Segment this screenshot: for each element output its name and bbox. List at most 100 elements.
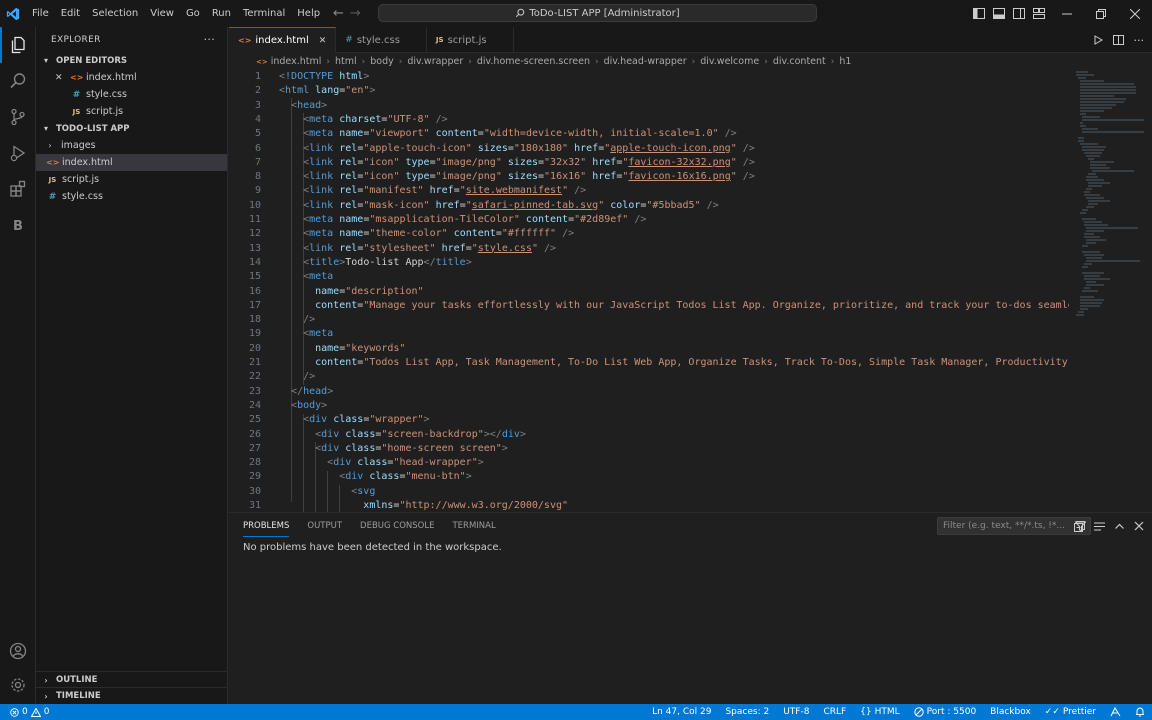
breadcrumb-item[interactable]: div.wrapper [407,56,463,67]
prettier-status[interactable]: ✓✓ Prettier [1038,707,1103,717]
html-file-icon: <> [238,36,252,45]
breadcrumb-item[interactable]: div.welcome [700,56,759,67]
editor-group: <> index.html ✕ # style.css JS script.js… [229,27,1152,512]
breadcrumb-item[interactable]: h1 [839,56,851,67]
file-script-js[interactable]: JS script.js [36,171,227,188]
tab-terminal[interactable]: TERMINAL [452,521,495,531]
open-editor-style-css[interactable]: # style.css [36,86,227,103]
project-section[interactable]: ▾ TODO-LIST APP [36,120,227,137]
tab-script-js[interactable]: JS script.js [427,27,514,53]
menu-help[interactable]: Help [291,0,326,27]
file-style-css[interactable]: # style.css [36,188,227,205]
close-panel-icon[interactable] [1134,521,1144,531]
view-as-list-icon[interactable] [1094,521,1105,532]
open-editor-index-html[interactable]: ✕ <> index.html [36,69,227,86]
accounts-icon[interactable] [0,633,36,669]
minimize-icon[interactable] [1050,0,1084,27]
command-center[interactable]: ToDo-LIST APP [Administrator] [378,4,817,22]
maximize-panel-icon[interactable] [1114,521,1125,532]
cursor-position[interactable]: Ln 47, Col 29 [645,707,718,717]
tab-style-css[interactable]: # style.css [336,27,427,53]
more-actions-icon[interactable]: ··· [204,33,215,46]
blackbox-status[interactable]: Blackbox [983,707,1038,717]
code-line: 11 <meta name="msapplication-TileColor" … [248,214,647,225]
code-line: 12 <meta name="theme-color" content="#ff… [248,228,575,240]
tab-debug-console[interactable]: DEBUG CONSOLE [360,521,434,531]
tab-index-html[interactable]: <> index.html ✕ [229,27,337,53]
settings-gear-icon[interactable] [0,667,36,703]
timeline-label: TIMELINE [56,691,101,701]
js-file-icon: JS [435,36,444,44]
menu-view[interactable]: View [144,0,180,27]
nav-arrows: ← → [333,0,361,27]
problems-filter-input[interactable]: Filter (e.g. text, **/*.ts, !*... [937,517,1091,535]
breadcrumb-item[interactable]: html [335,56,357,67]
chevron-right-icon: › [44,675,48,685]
chevron-down-icon: ▾ [43,56,48,65]
code-editor[interactable]: 1 <!DOCTYPE html> 2 <html lang="en"> 3 <he… [229,70,1069,512]
js-file-icon: JS [48,175,57,184]
breadcrumb-item[interactable]: body [370,56,394,67]
folder-images[interactable]: › images [36,137,227,154]
breadcrumb-item[interactable]: index.html [271,56,322,67]
tab-output[interactable]: OUTPUT [307,521,342,531]
search-activity-icon[interactable] [0,63,36,99]
close-tab-icon[interactable]: ✕ [319,36,327,46]
close-editor-icon[interactable]: ✕ [55,73,67,83]
problems-status[interactable]: 0 0 [0,707,49,717]
editor-actions: ··· [1093,27,1152,53]
toggle-secondary-sidebar-icon[interactable] [1012,7,1026,21]
code-line: 2 <html lang="en"> [254,85,376,97]
source-control-icon[interactable] [0,99,36,135]
toggle-primary-sidebar-icon[interactable] [972,7,986,21]
notifications-bell-icon[interactable] [1128,707,1152,717]
explorer-header: EXPLORER ··· [36,27,227,52]
file-label: style.css [62,191,103,202]
run-debug-icon[interactable] [0,135,36,171]
menu-run[interactable]: Run [206,0,237,27]
file-index-html[interactable]: <> index.html [36,154,227,171]
breadcrumb-item[interactable]: div.home-screen.screen [477,56,590,67]
copilot-icon[interactable] [1103,707,1128,717]
open-editor-script-js[interactable]: JS script.js [36,103,227,120]
menu-terminal[interactable]: Terminal [237,0,291,27]
check-double-icon: ✓✓ [1044,707,1060,717]
menu-edit[interactable]: Edit [55,0,86,27]
vscode-logo-icon[interactable] [0,0,26,27]
tab-problems[interactable]: PROBLEMS [243,521,290,537]
encoding[interactable]: UTF-8 [776,707,816,717]
collapse-all-icon[interactable] [1074,520,1085,532]
menu-file[interactable]: File [26,0,55,27]
toggle-panel-icon[interactable] [992,7,1006,21]
code-line: 20 name="keywords" [248,342,406,354]
outline-section[interactable]: › OUTLINE [36,671,228,688]
minimap[interactable] [1074,70,1146,512]
language-mode[interactable]: {} HTML [853,707,907,717]
live-server-port[interactable]: Port : 5500 [907,707,984,717]
code-line: 18 /> [248,314,316,326]
open-editors-section[interactable]: ▾ OPEN EDITORS [36,52,227,69]
indentation[interactable]: Spaces: 2 [718,707,776,717]
menu-go[interactable]: Go [180,0,206,27]
close-window-icon[interactable] [1118,0,1152,27]
chevron-right-icon: › [398,56,403,67]
restore-icon[interactable] [1084,0,1118,27]
explorer-icon[interactable] [0,27,36,63]
breadcrumb-item[interactable]: div.head-wrapper [604,56,687,67]
menu-selection[interactable]: Selection [86,0,144,27]
blackbox-icon[interactable]: B [0,207,36,243]
back-arrow-icon[interactable]: ← [333,6,344,21]
code-line: 1 <!DOCTYPE html> [254,71,370,82]
more-actions-icon[interactable]: ··· [1134,34,1145,47]
run-icon[interactable] [1093,35,1103,45]
chevron-right-icon: › [468,56,472,67]
breadcrumb-item[interactable]: div.content [773,56,826,67]
code-line: 30 <svg [248,485,376,497]
search-icon [516,8,525,18]
end-of-line[interactable]: CRLF [816,707,853,717]
timeline-section[interactable]: › TIMELINE [36,687,228,704]
forward-arrow-icon[interactable]: → [350,6,361,21]
split-editor-icon[interactable] [1112,35,1124,45]
customize-layout-icon[interactable] [1032,7,1046,21]
extensions-icon[interactable] [0,171,36,207]
